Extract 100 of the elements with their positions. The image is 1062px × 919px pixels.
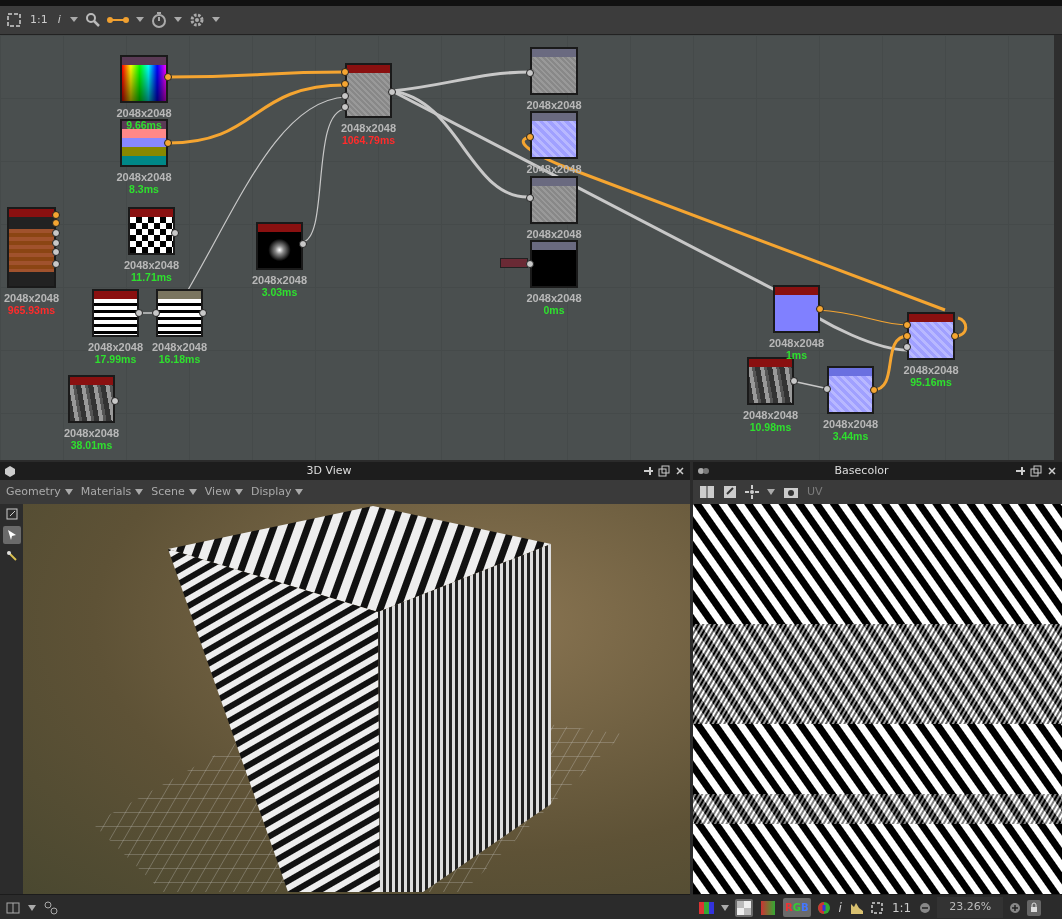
node-thumbnail[interactable]: [156, 289, 203, 337]
resolution-label: 2048x2048: [525, 98, 583, 113]
port[interactable]: [816, 305, 824, 313]
timing-label: 8.3ms: [128, 182, 160, 197]
cube-icon[interactable]: [4, 465, 16, 477]
timing-label: 0ms: [542, 303, 566, 318]
channels-icon[interactable]: [699, 900, 715, 915]
resolution-label: 2048x2048: [741, 408, 800, 423]
port[interactable]: [135, 309, 143, 317]
info-button[interactable]: i: [55, 9, 63, 31]
timing-label: 10.98ms: [748, 420, 793, 435]
node-thumbnail[interactable]: [747, 357, 794, 405]
menu-item[interactable]: Scene: [151, 483, 197, 501]
port[interactable]: [164, 72, 172, 81]
search-icon[interactable]: [84, 12, 101, 28]
timing-label: 9.66ms: [125, 118, 163, 133]
port[interactable]: [526, 69, 534, 78]
node-thumbnail[interactable]: [256, 222, 303, 270]
caret-icon[interactable]: [721, 903, 729, 912]
node-thumbnail[interactable]: [7, 207, 56, 288]
port[interactable]: [171, 229, 179, 238]
panel-title: 3D View: [305, 462, 353, 479]
timing-label: 1ms: [785, 348, 808, 363]
settings-icon[interactable]: [188, 12, 205, 28]
checkerboard-icon: [737, 900, 751, 915]
node-thumbnail[interactable]: [120, 55, 168, 103]
actual-size-button[interactable]: 1:1: [889, 896, 914, 919]
zoom-in-icon[interactable]: [1009, 901, 1022, 914]
port[interactable]: [526, 193, 534, 202]
node-thumbnail[interactable]: [530, 111, 578, 159]
port[interactable]: [111, 397, 119, 406]
node-thumbnail[interactable]: [907, 312, 955, 360]
color-wheel-icon[interactable]: [816, 900, 831, 915]
caret-icon: [64, 488, 73, 496]
fit-icon[interactable]: [6, 12, 22, 28]
float-icon[interactable]: [1030, 465, 1042, 477]
menu-item[interactable]: Materials: [80, 483, 144, 501]
close-icon[interactable]: [1046, 465, 1058, 477]
resolution-label: 2048x2048: [115, 170, 173, 185]
node-thumbnail[interactable]: [827, 366, 874, 414]
resolution-label: 2048x2048: [86, 340, 145, 355]
timing-label: 1064.79ms: [340, 133, 397, 148]
node-thumbnail[interactable]: [530, 240, 578, 288]
layout-icon[interactable]: [6, 900, 20, 915]
pin-icon[interactable]: [642, 465, 654, 477]
port[interactable]: [526, 260, 534, 268]
port[interactable]: [951, 332, 959, 340]
port[interactable]: [199, 309, 207, 317]
zoom-out-icon[interactable]: [919, 901, 932, 914]
actual-size-button[interactable]: 1:1: [28, 9, 50, 31]
caret-icon[interactable]: [28, 903, 36, 912]
timing-label: 17.99ms: [93, 352, 138, 367]
lock-icon[interactable]: [1027, 899, 1042, 916]
timing-label: 95.16ms: [909, 375, 953, 390]
resolution-label: 2048x2048: [339, 121, 398, 136]
menu-item[interactable]: Display: [250, 483, 304, 501]
node-thumbnail[interactable]: [128, 207, 175, 255]
float-icon[interactable]: [658, 465, 670, 477]
node-thumbnail[interactable]: [68, 375, 115, 423]
close-icon[interactable]: [674, 465, 686, 477]
port[interactable]: [299, 239, 307, 248]
resolution-label: 2048x2048: [250, 273, 309, 288]
node-thumbnail[interactable]: [530, 176, 578, 224]
node-thumbnail[interactable]: [773, 285, 820, 333]
timing-label: 3.03ms: [260, 285, 299, 300]
checker-toggle[interactable]: [735, 898, 753, 917]
gradient-icon: [761, 900, 775, 915]
node-thumbnail[interactable]: [120, 119, 168, 167]
resolution-label: 2048x2048: [122, 258, 181, 273]
move-icon[interactable]: [745, 485, 759, 499]
stopwatch-icon[interactable]: [150, 12, 167, 28]
fit-icon[interactable]: [869, 900, 884, 915]
camera-icon[interactable]: [783, 485, 799, 499]
edit-icon[interactable]: [723, 485, 737, 499]
port[interactable]: [388, 87, 396, 96]
port[interactable]: [870, 386, 878, 394]
select-tool-button[interactable]: [2, 526, 21, 544]
port[interactable]: [526, 133, 534, 142]
timing-label: 965.93ms: [6, 303, 57, 318]
port[interactable]: [790, 377, 798, 385]
port[interactable]: [152, 309, 160, 317]
channels-icon[interactable]: [697, 465, 709, 477]
resolution-label: 2048x2048: [2, 291, 61, 306]
node-thumbnail[interactable]: [345, 63, 392, 118]
export-icon[interactable]: [5, 508, 18, 520]
port[interactable]: [164, 139, 172, 147]
menu-item[interactable]: Geometry: [6, 483, 73, 501]
node-thumbnail[interactable]: [530, 47, 578, 95]
resolution-label: 2048x2048: [525, 291, 583, 306]
info-button[interactable]: i: [836, 896, 844, 919]
gradient-toggle[interactable]: [759, 898, 777, 917]
node-thumbnail[interactable]: [92, 289, 139, 337]
port[interactable]: [823, 385, 831, 394]
pin-icon[interactable]: [1014, 465, 1026, 477]
connector-icon[interactable]: [106, 15, 129, 25]
caret-icon: [234, 488, 243, 496]
caret-icon[interactable]: [767, 488, 775, 496]
zoom-field[interactable]: 23.26%: [937, 897, 1004, 918]
menu-item[interactable]: View: [204, 483, 243, 501]
compare-icon[interactable]: [699, 485, 715, 499]
